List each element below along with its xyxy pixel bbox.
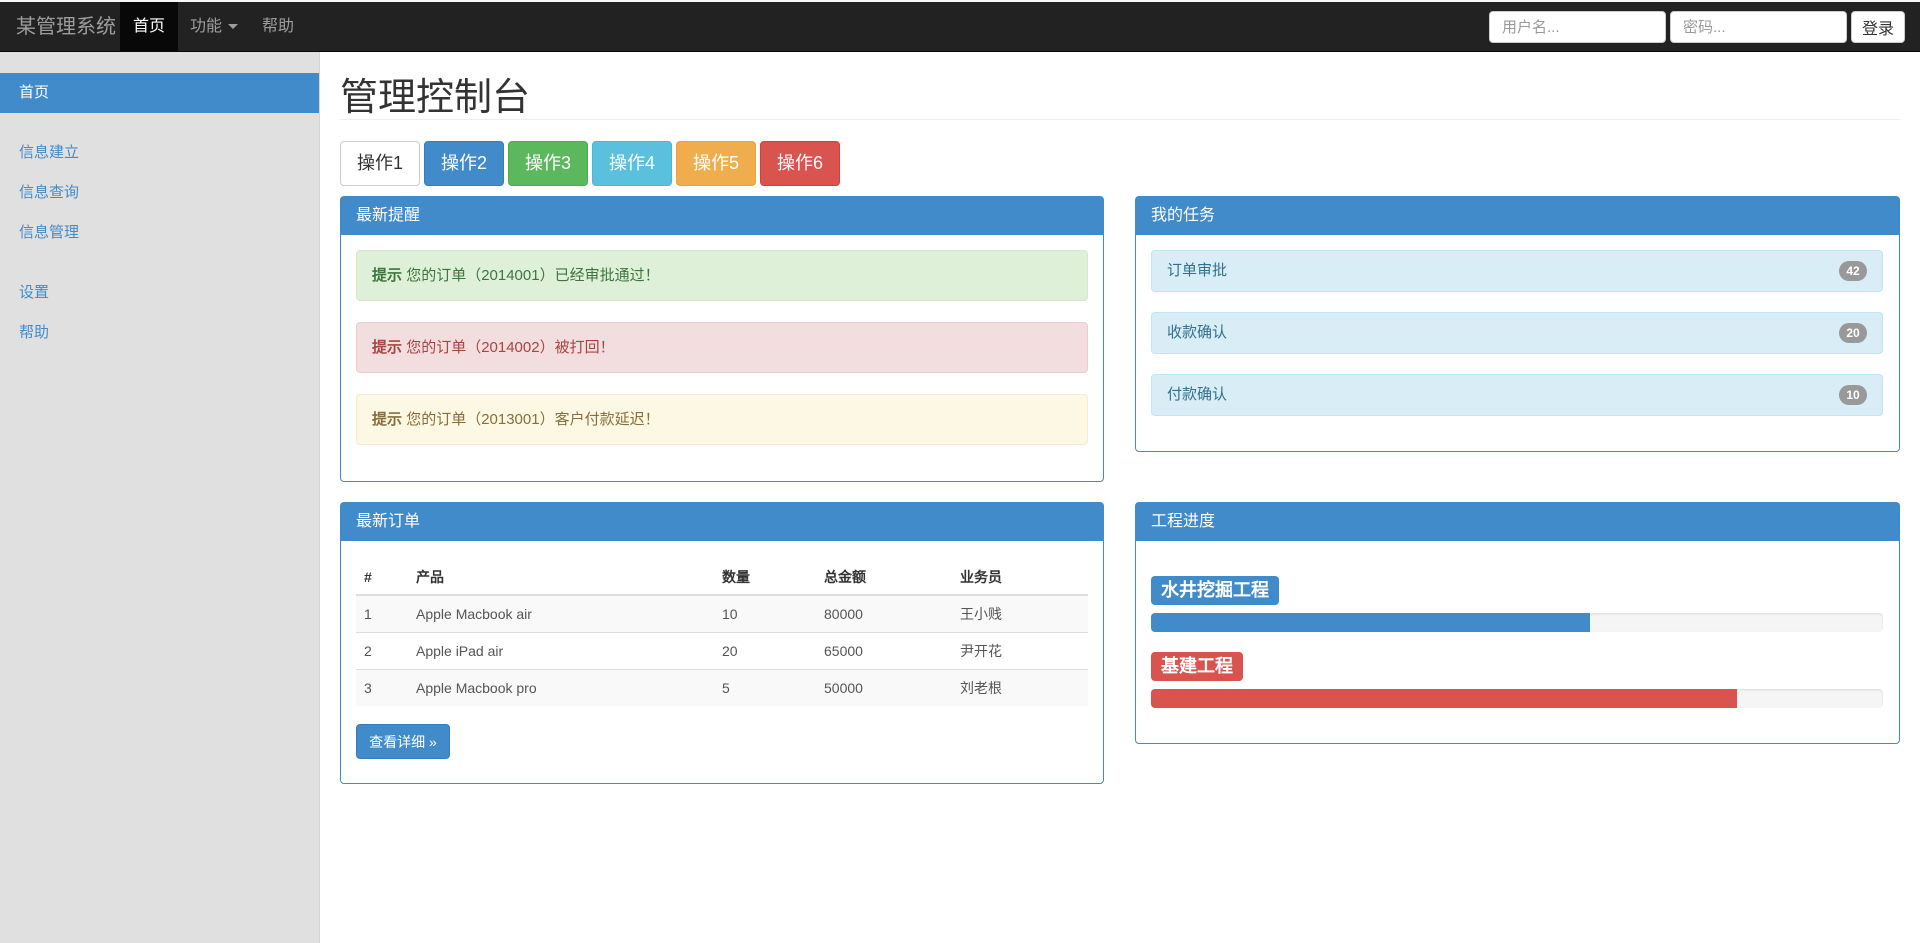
caret-down-icon (228, 24, 238, 30)
sidebar-item-help[interactable]: 帮助 (0, 313, 319, 353)
table-cell: Apple Macbook air (408, 594, 714, 632)
sidebar-item-create-info[interactable]: 信息建立 (0, 133, 319, 173)
table-cell: Apple Macbook pro (408, 668, 714, 706)
table-cell: 80000 (816, 594, 952, 632)
tasks-panel-title: 我的任务 (1136, 197, 1899, 235)
password-input[interactable] (1670, 11, 1847, 43)
project-label: 基建工程 (1151, 652, 1243, 681)
column-header: 数量 (714, 559, 816, 596)
table-row: 2 Apple iPad air 20 65000 尹开花 (356, 631, 1088, 669)
column-header: # (356, 559, 408, 596)
operation-6-button[interactable]: 操作6 (760, 141, 840, 186)
nav-item-features[interactable]: 功能 (178, 2, 250, 52)
table-cell: 65000 (816, 631, 952, 669)
page-title: 管理控制台 (340, 77, 531, 119)
sidebar-item-manage-info[interactable]: 信息管理 (0, 213, 319, 253)
reminders-panel-title: 最新提醒 (341, 197, 1103, 235)
login-button[interactable]: 登录 (1851, 11, 1905, 43)
progress-bar (1151, 613, 1591, 632)
alert-success: 提示 您的订单（2014001）已经审批通过！ (356, 250, 1088, 301)
table-cell: 王小贱 (952, 594, 1088, 632)
table-cell: 刘老根 (952, 668, 1088, 706)
table-cell: 20 (714, 631, 816, 669)
count-badge: 42 (1839, 261, 1867, 281)
table-cell: 5 (714, 668, 816, 706)
table-cell: 2 (356, 631, 408, 669)
count-badge: 20 (1839, 323, 1867, 343)
alert-warning: 提示 您的订单（2013001）客户付款延迟！ (356, 394, 1088, 445)
alert-danger: 提示 您的订单（2014002）被打回！ (356, 322, 1088, 373)
task-label: 付款确认 (1167, 386, 1228, 403)
operation-3-button[interactable]: 操作3 (508, 141, 588, 186)
column-header: 业务员 (952, 559, 1088, 596)
operation-5-button[interactable]: 操作5 (676, 141, 756, 186)
brand-title[interactable]: 某管理系统 (16, 2, 116, 52)
table-cell: 尹开花 (952, 631, 1088, 669)
project-label: 水井挖掘工程 (1151, 576, 1279, 605)
table-cell: Apple iPad air (408, 631, 714, 669)
table-header-row: # 产品 数量 总金额 业务员 (356, 559, 1088, 596)
table-cell: 1 (356, 594, 408, 632)
orders-panel-title: 最新订单 (341, 503, 1103, 541)
alert-strong: 提示 (372, 411, 403, 428)
column-header: 总金额 (816, 559, 952, 596)
table-cell: 3 (356, 668, 408, 706)
table-cell: 50000 (816, 668, 952, 706)
alert-text: 您的订单（2013001）客户付款延迟！ (406, 411, 660, 428)
progress-track (1151, 613, 1883, 632)
sidebar-item-settings[interactable]: 设置 (0, 273, 319, 313)
alert-strong: 提示 (372, 267, 403, 284)
top-navbar: 某管理系统 首页 功能 帮助 登录 (0, 0, 1920, 52)
table-row: 1 Apple Macbook air 10 80000 王小贱 (356, 594, 1088, 632)
task-item[interactable]: 收款确认 20 (1151, 312, 1883, 354)
table-cell: 10 (714, 594, 816, 632)
nav-item-home[interactable]: 首页 (120, 2, 178, 52)
sidebar-item-home[interactable]: 首页 (0, 73, 319, 113)
progress-track (1151, 689, 1883, 708)
username-input[interactable] (1489, 11, 1666, 43)
progress-panel: 工程进度 水井挖掘工程 基建工程 (1135, 502, 1900, 744)
sidebar-item-query-info[interactable]: 信息查询 (0, 173, 319, 213)
nav-item-features-label: 功能 (189, 18, 222, 35)
alert-strong: 提示 (372, 339, 403, 356)
operation-1-button[interactable]: 操作1 (340, 141, 420, 186)
table-row: 3 Apple Macbook pro 5 50000 刘老根 (356, 668, 1088, 706)
progress-bar (1151, 689, 1737, 708)
task-item[interactable]: 订单审批 42 (1151, 250, 1883, 292)
count-badge: 10 (1839, 385, 1867, 405)
alert-text: 您的订单（2014002）被打回！ (406, 339, 615, 356)
task-item[interactable]: 付款确认 10 (1151, 374, 1883, 416)
column-header: 产品 (408, 559, 714, 596)
title-divider (340, 119, 1900, 120)
operation-4-button[interactable]: 操作4 (592, 141, 672, 186)
operation-2-button[interactable]: 操作2 (424, 141, 504, 186)
nav-item-help[interactable]: 帮助 (250, 2, 306, 52)
view-details-button[interactable]: 查看详细 » (356, 724, 450, 759)
orders-panel: 最新订单 # 产品 数量 总金额 业务员 1 Apple Macbook air… (340, 502, 1104, 784)
sidebar: 首页 信息建立 信息查询 信息管理 设置 帮助 (0, 52, 320, 943)
reminders-panel: 最新提醒 提示 您的订单（2014001）已经审批通过！ 提示 您的订单（201… (340, 196, 1104, 482)
task-label: 收款确认 (1167, 324, 1228, 341)
progress-panel-title: 工程进度 (1136, 503, 1899, 541)
tasks-panel: 我的任务 订单审批 42 收款确认 20 付款确认 10 (1135, 196, 1900, 452)
orders-table: # 产品 数量 总金额 业务员 1 Apple Macbook air 10 8… (356, 559, 1088, 706)
task-label: 订单审批 (1167, 262, 1228, 279)
alert-text: 您的订单（2014001）已经审批通过！ (406, 267, 660, 284)
